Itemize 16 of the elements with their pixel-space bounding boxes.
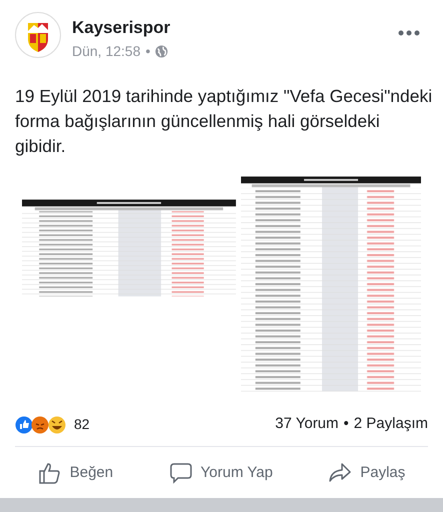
share-count[interactable]: 2 Paylaşım [354, 413, 428, 436]
like-button[interactable]: Beğen [32, 456, 120, 489]
page-name[interactable]: Kayserispor [72, 17, 170, 39]
comment-button[interactable]: Yorum Yap [162, 456, 279, 489]
separator-dot: • [146, 42, 150, 61]
thumbs-up-icon [38, 460, 62, 485]
club-logo[interactable] [15, 12, 61, 58]
comment-count[interactable]: 37 Yorum [275, 413, 339, 436]
speech-bubble-icon [168, 460, 193, 485]
globe-icon [155, 45, 168, 58]
post-text: 19 Eylül 2019 tarihinde yaptığımız "Vefa Gecesi"ndeki forma bağışlarının güncellenmiş hali görseldeki gibidir. [14, 85, 434, 158]
separator-dot: • [344, 414, 349, 434]
share-button[interactable]: Paylaş [322, 456, 412, 489]
more-options-icon[interactable] [398, 30, 420, 36]
reaction-icons[interactable] [15, 416, 67, 434]
reaction-count[interactable]: 82 [74, 414, 90, 436]
